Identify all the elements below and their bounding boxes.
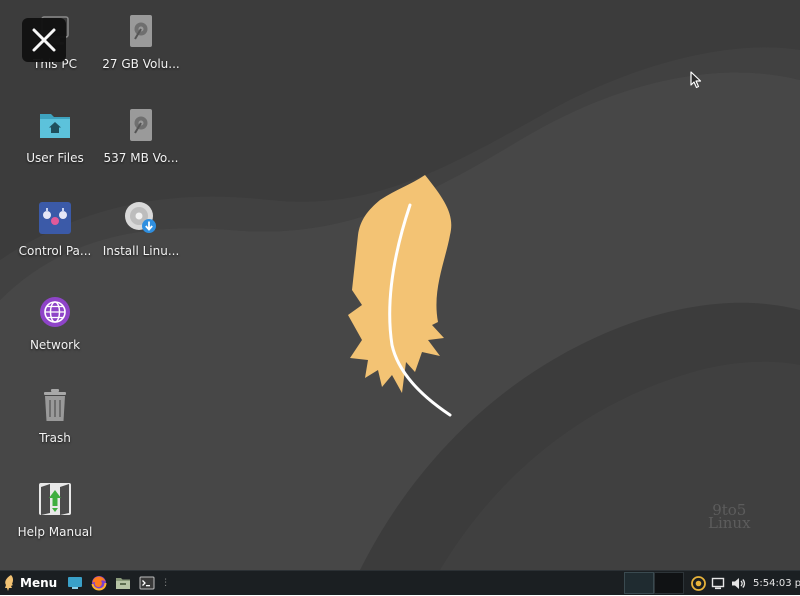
desktop-icon-label: Network [29,338,81,352]
network-status-icon [711,577,725,590]
close-button[interactable] [22,18,66,62]
firefox-icon [91,576,107,591]
workspace-switcher [624,572,684,594]
firefox-launcher[interactable] [89,573,109,593]
drive-icon [130,109,152,141]
file-manager-launcher[interactable] [113,573,133,593]
desktop-icon-label: 27 GB Volu... [102,57,180,71]
desktop[interactable]: This PC 27 GB Volu... User Files 537 MB … [0,0,800,570]
file-manager-icon [116,578,131,589]
desktop-icon-27gb-volume[interactable]: 27 GB Volu... [93,14,189,94]
terminal-launcher[interactable] [137,573,157,593]
clock[interactable]: 5:54:03 pm [753,578,800,589]
home-folder-icon [40,114,70,138]
update-manager-icon [690,576,706,591]
volume-tray[interactable] [729,575,747,593]
desktop-icon-label: User Files [26,151,84,165]
desktop-icon-label: Trash [39,431,71,445]
workspace-1[interactable] [624,572,654,594]
desktop-icon-control-panel[interactable]: Control Pa... [7,201,103,281]
desktop-icon-install-linux[interactable]: Install Linu... [93,201,189,281]
desktop-icon-network[interactable]: Network [7,295,103,375]
desktop-icon-user-files[interactable]: User Files [7,108,103,188]
desktop-icon-label: Help Manual [17,525,93,539]
trash-icon [44,389,66,421]
desktop-icon-trash[interactable]: Trash [7,388,103,468]
drive-icon [130,15,152,47]
menu-label: Menu [20,576,58,590]
desktop-icon-537mb-volume[interactable]: 537 MB Vo... [93,108,189,188]
network-globe-icon [40,297,70,327]
update-manager-tray[interactable] [689,575,707,593]
desktop-icon-help-manual[interactable]: Help Manual [7,482,103,562]
watermark: 9to5 Linux [708,503,751,532]
menu-button[interactable]: Menu [0,571,63,596]
install-disc-icon [125,202,156,233]
system-tray: 5:54:03 pm [688,571,800,596]
volume-icon [731,578,745,589]
watermark-line-2: Linux [708,514,751,532]
panel-separator-icon[interactable]: ⋮ [161,578,170,588]
workspace-2[interactable] [654,572,684,594]
taskbar: Menu ⋮ 5:54:03 p [0,570,800,595]
desktop-icon-label: 537 MB Vo... [103,151,179,165]
feather-menu-icon [5,575,13,591]
terminal-icon [139,576,155,590]
help-manual-icon [39,483,71,515]
mouse-cursor-icon [690,71,702,89]
show-desktop-icon [68,577,83,589]
desktop-icon-label: Control Pa... [18,244,92,258]
control-panel-icon [39,202,71,234]
desktop-icon-label: Install Linu... [102,244,180,258]
network-status-tray[interactable] [709,575,727,593]
show-desktop-launcher[interactable] [65,573,85,593]
close-icon [32,28,56,52]
